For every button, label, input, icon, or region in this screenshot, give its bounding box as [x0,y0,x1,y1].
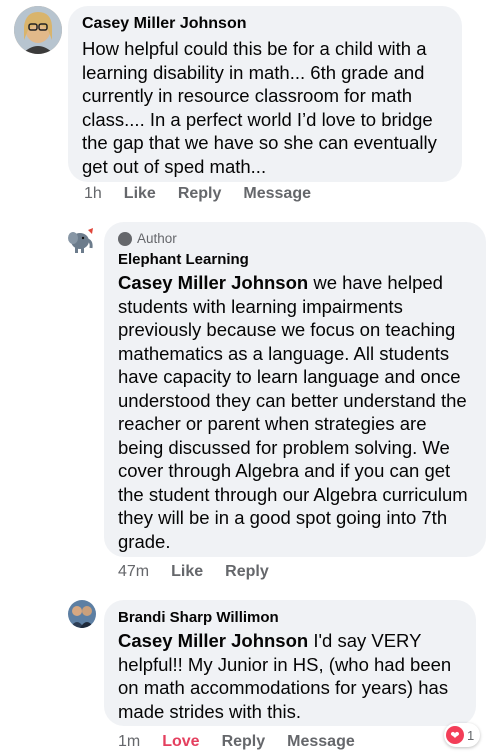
love-button[interactable]: Love [162,733,199,751]
comment-text: How helpful could this be for a child wi… [82,38,437,177]
comment-text: Casey Miller Johnson we have helped stud… [118,271,472,553]
message-button[interactable]: Message [243,185,311,203]
avatar-brandi-image [68,600,96,628]
comment-author[interactable]: Elephant Learning [118,251,472,268]
elephant-icon [68,228,93,253]
like-button[interactable]: Like [124,185,156,203]
comment-bubble-1: Casey Miller Johnson How helpful could t… [68,6,462,182]
avatar-casey-image [14,6,62,54]
message-button[interactable]: Message [287,733,355,751]
love-reaction-icon: ❤ [446,726,464,744]
comment-author[interactable]: Casey Miller Johnson [82,15,448,33]
timestamp[interactable]: 1h [84,185,102,203]
like-button[interactable]: Like [171,563,203,581]
reply-button[interactable]: Reply [225,563,269,581]
author-badge: Author [118,231,472,246]
comment-actions-2: 47m Like Reply [118,563,291,581]
author-badge-label: Author [137,231,177,246]
comment-bubble-2: Author Elephant Learning Casey Miller Jo… [104,222,486,557]
comment-text-body: we have helped students with learning im… [118,272,468,552]
comment-bubble-3: Brandi Sharp Willimon Casey Miller Johns… [104,600,476,726]
reaction-summary[interactable]: ❤ 1 [444,723,481,747]
reaction-count: 1 [467,727,475,743]
comment-actions-1: 1h Like Reply Message [84,185,333,203]
avatar-elephant-learning[interactable] [66,226,96,254]
comment-author[interactable]: Brandi Sharp Willimon [118,609,462,626]
author-badge-icon [118,231,132,246]
comment-text: Casey Miller Johnson I'd say VERY helpfu… [118,629,462,723]
avatar-casey[interactable] [14,6,62,54]
timestamp[interactable]: 1m [118,733,140,751]
mention-link[interactable]: Casey Miller Johnson [118,272,308,293]
timestamp[interactable]: 47m [118,563,149,581]
reply-button[interactable]: Reply [178,185,222,203]
avatar-brandi[interactable] [68,600,96,628]
reply-button[interactable]: Reply [222,733,266,751]
mention-link[interactable]: Casey Miller Johnson [118,630,308,651]
comment-actions-3: 1m Love Reply Message [118,733,377,751]
